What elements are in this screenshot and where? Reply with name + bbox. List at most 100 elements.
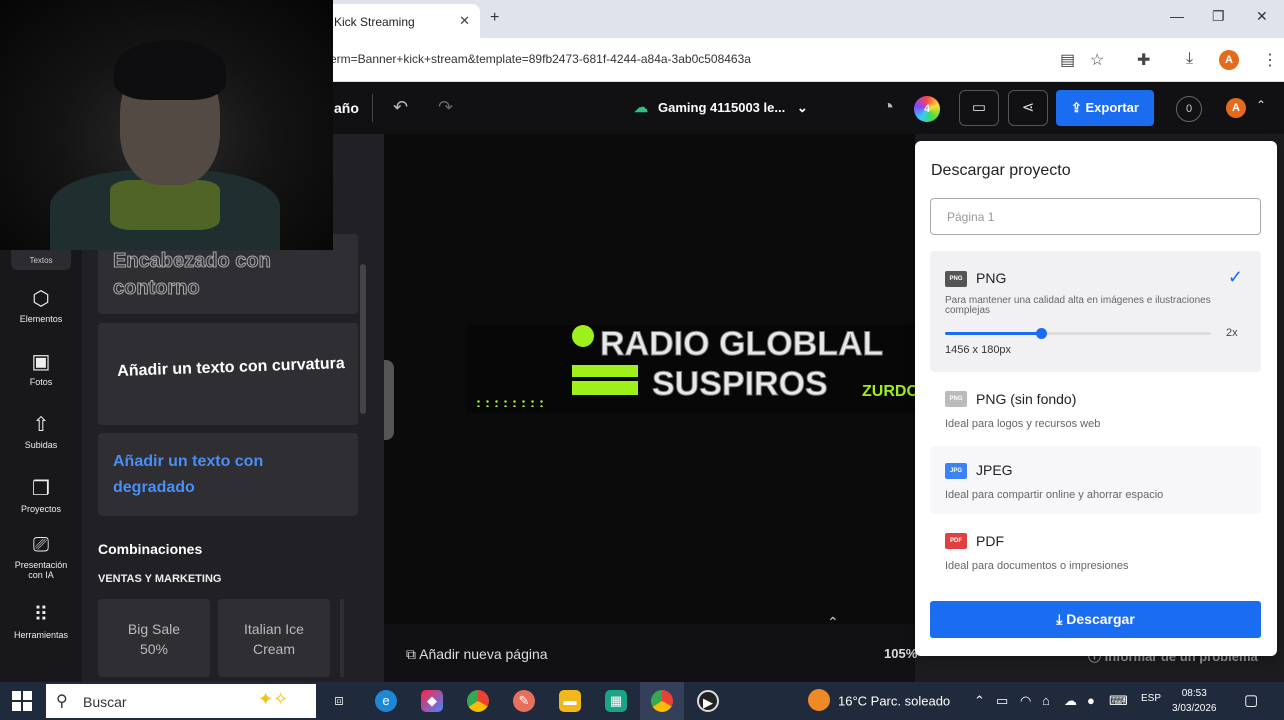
resize-button[interactable]: año <box>334 100 359 116</box>
tray-keyboard-icon[interactable]: ⌨ <box>1109 693 1128 709</box>
chevron-up-icon[interactable]: ⌃ <box>1256 98 1266 112</box>
bookmark-star-icon[interactable]: ☆ <box>1090 50 1104 70</box>
browser-tab[interactable]: Kick Streaming ✕ <box>320 4 480 38</box>
design-canvas[interactable]: RADIO GLOBLAL SUSPIROS ZURDO ⌃ <box>384 134 915 630</box>
combo-label: Big Sale 50% <box>127 621 181 657</box>
banner-design[interactable]: RADIO GLOBLAL SUSPIROS ZURDO <box>466 325 915 413</box>
checkmark-icon: ✓ <box>1227 267 1243 287</box>
weather-text: 16°C Parc. soleado <box>838 693 951 709</box>
edge-icon[interactable]: e <box>375 690 397 712</box>
sidebar-item-label: Herramientas <box>13 630 69 640</box>
format-option-jpeg[interactable]: JPG JPEG Ideal para compartir online y a… <box>930 446 1261 514</box>
notification-icon[interactable]: ▢ <box>1244 691 1258 709</box>
taskbar-search[interactable]: ⚲ Buscar ✦✧ <box>46 684 316 718</box>
undo-icon[interactable]: ↶ <box>393 97 408 118</box>
sidebar-item-herramientas[interactable]: ⠿ Herramientas <box>0 602 82 640</box>
tray-mic-icon[interactable]: ● <box>1087 693 1095 708</box>
format-name: PNG (sin fondo) <box>976 391 1077 407</box>
text-style-gradient[interactable]: Añadir un texto con degradado <box>98 433 358 516</box>
tray-network-icon[interactable]: ◠ <box>1020 693 1031 709</box>
palette-icon[interactable]: ◔ <box>882 96 894 119</box>
clipboard-icon[interactable]: ▤ <box>1060 50 1075 70</box>
format-option-png-transparent[interactable]: PNG PNG (sin fondo) Ideal para logos y r… <box>930 378 1261 440</box>
combo-card[interactable]: Italian Ice Cream <box>218 599 330 677</box>
webcam-overlay <box>0 0 333 250</box>
tray-chevron-icon[interactable]: ⌃ <box>974 693 985 709</box>
new-tab-button[interactable]: + <box>490 9 499 27</box>
sidebar-item-elementos[interactable]: ⬡ Elementos <box>0 286 82 324</box>
accent-bar <box>572 365 638 377</box>
file-explorer-icon[interactable]: ▬ <box>559 690 581 712</box>
download-panel: Descargar proyecto Página 1 PNG PNG ✓ Pa… <box>915 141 1277 656</box>
brand-colors-badge[interactable]: 4 <box>914 96 940 122</box>
profile-avatar[interactable]: A <box>1219 50 1239 70</box>
media-player-icon[interactable]: ▶ <box>697 690 719 712</box>
sidebar-item-proyectos[interactable]: ❐ Proyectos <box>0 476 82 514</box>
combo-card-partial <box>340 599 344 677</box>
tray-usb-icon[interactable]: ⌂ <box>1042 693 1050 708</box>
search-icon: ⚲ <box>56 693 68 710</box>
banner-subtitle: SUSPIROS <box>652 365 829 404</box>
grid-icon: ⠿ <box>33 604 49 626</box>
webcam-person-hair <box>114 40 226 100</box>
chrome-icon[interactable] <box>467 690 489 712</box>
user-avatar[interactable]: A <box>1226 98 1246 118</box>
redo-icon[interactable]: ↷ <box>438 97 453 118</box>
scale-slider[interactable] <box>945 328 1211 339</box>
gradient-text-sample: Añadir un texto con degradado <box>113 453 264 496</box>
clock-time: 08:53 <box>1181 688 1207 699</box>
comments-icon[interactable]: ▭ <box>959 90 999 126</box>
sidebar-item-textos[interactable]: Textos <box>11 250 71 270</box>
extensions-icon[interactable]: ✚ <box>1137 50 1150 70</box>
sidebar-item-subidas[interactable]: ⇧ Subidas <box>0 412 82 450</box>
banner-tag: ZURDO <box>862 383 915 400</box>
panel-scrollbar[interactable] <box>360 264 366 414</box>
panel-collapse-handle[interactable] <box>384 360 394 440</box>
download-icon[interactable]: ⤓ <box>1186 50 1193 68</box>
add-page-button[interactable]: ⧉ Añadir nueva página <box>406 646 548 663</box>
sidebar-item-presentacion[interactable]: ⎚ Presentación con IA <box>0 534 82 580</box>
paint-icon[interactable]: ✎ <box>513 690 535 712</box>
tray-battery-icon[interactable]: ▭ <box>996 693 1008 709</box>
maximize-button[interactable]: ❐ <box>1212 8 1225 25</box>
weather-sun-icon <box>808 689 830 711</box>
windows-start-icon[interactable] <box>12 691 32 711</box>
close-window-button[interactable]: ✕ <box>1256 8 1268 25</box>
format-option-pdf[interactable]: PDF PDF Ideal para documentos o impresio… <box>930 518 1261 580</box>
text-style-curved[interactable]: Añadir un texto con curvatura <box>98 323 358 425</box>
share-icon[interactable]: ⋖ <box>1008 90 1048 126</box>
format-name: PNG <box>976 270 1007 286</box>
weather-widget[interactable]: 16°C Parc. soleado <box>808 689 951 711</box>
canvas-bottom-bar: ⧉ Añadir nueva página 105% <box>384 624 917 682</box>
scale-max-label: 2x <box>1226 327 1238 339</box>
tray-cloud-icon[interactable]: ☁ <box>1064 693 1077 709</box>
combo-card[interactable]: Big Sale 50% <box>98 599 210 677</box>
project-name-dropdown[interactable]: ☁ Gaming 4115003 le... ⌄ <box>634 99 808 116</box>
pdf-file-icon: PDF <box>945 533 967 549</box>
notifications-count[interactable]: 0 <box>1176 96 1202 122</box>
chevron-down-icon: ⌄ <box>796 100 808 115</box>
zoom-level[interactable]: 105% <box>884 646 917 661</box>
browser-menu-icon[interactable]: ⋮ <box>1262 50 1278 70</box>
format-description: Ideal para compartir online y ahorrar es… <box>945 489 1164 501</box>
export-button[interactable]: ⇪ Exportar <box>1056 90 1154 126</box>
chrome-active-icon[interactable] <box>651 690 673 712</box>
tab-close-icon[interactable]: ✕ <box>459 13 470 29</box>
banner-title: RADIO GLOBLAL <box>599 325 884 364</box>
curved-text-sample: Añadir un texto con curvatura <box>116 355 346 380</box>
language-indicator[interactable]: ESP <box>1141 693 1161 704</box>
task-view-icon[interactable]: ⧈ <box>328 690 350 712</box>
page-select[interactable]: Página 1 <box>930 198 1261 235</box>
sidebar-item-fotos[interactable]: ▣ Fotos <box>0 349 82 387</box>
copilot-icon[interactable]: ◆ <box>421 690 443 712</box>
scale-slider-handle[interactable] <box>1035 328 1047 339</box>
format-option-png[interactable]: PNG PNG ✓ Para mantener una calidad alta… <box>930 251 1261 372</box>
url-field[interactable]: erm=Banner+kick+stream&template=89fb2473… <box>330 52 751 66</box>
download-button[interactable]: ⤓ Descargar <box>930 601 1261 638</box>
app-icon[interactable]: ▦ <box>605 690 627 712</box>
taskbar-clock[interactable]: 08:53 3/03/2026 <box>1172 686 1217 716</box>
search-placeholder: Buscar <box>83 694 127 710</box>
section-heading: VENTAS Y MARKETING <box>98 573 222 585</box>
minimize-button[interactable]: — <box>1170 8 1184 24</box>
accent-dot <box>572 325 594 347</box>
